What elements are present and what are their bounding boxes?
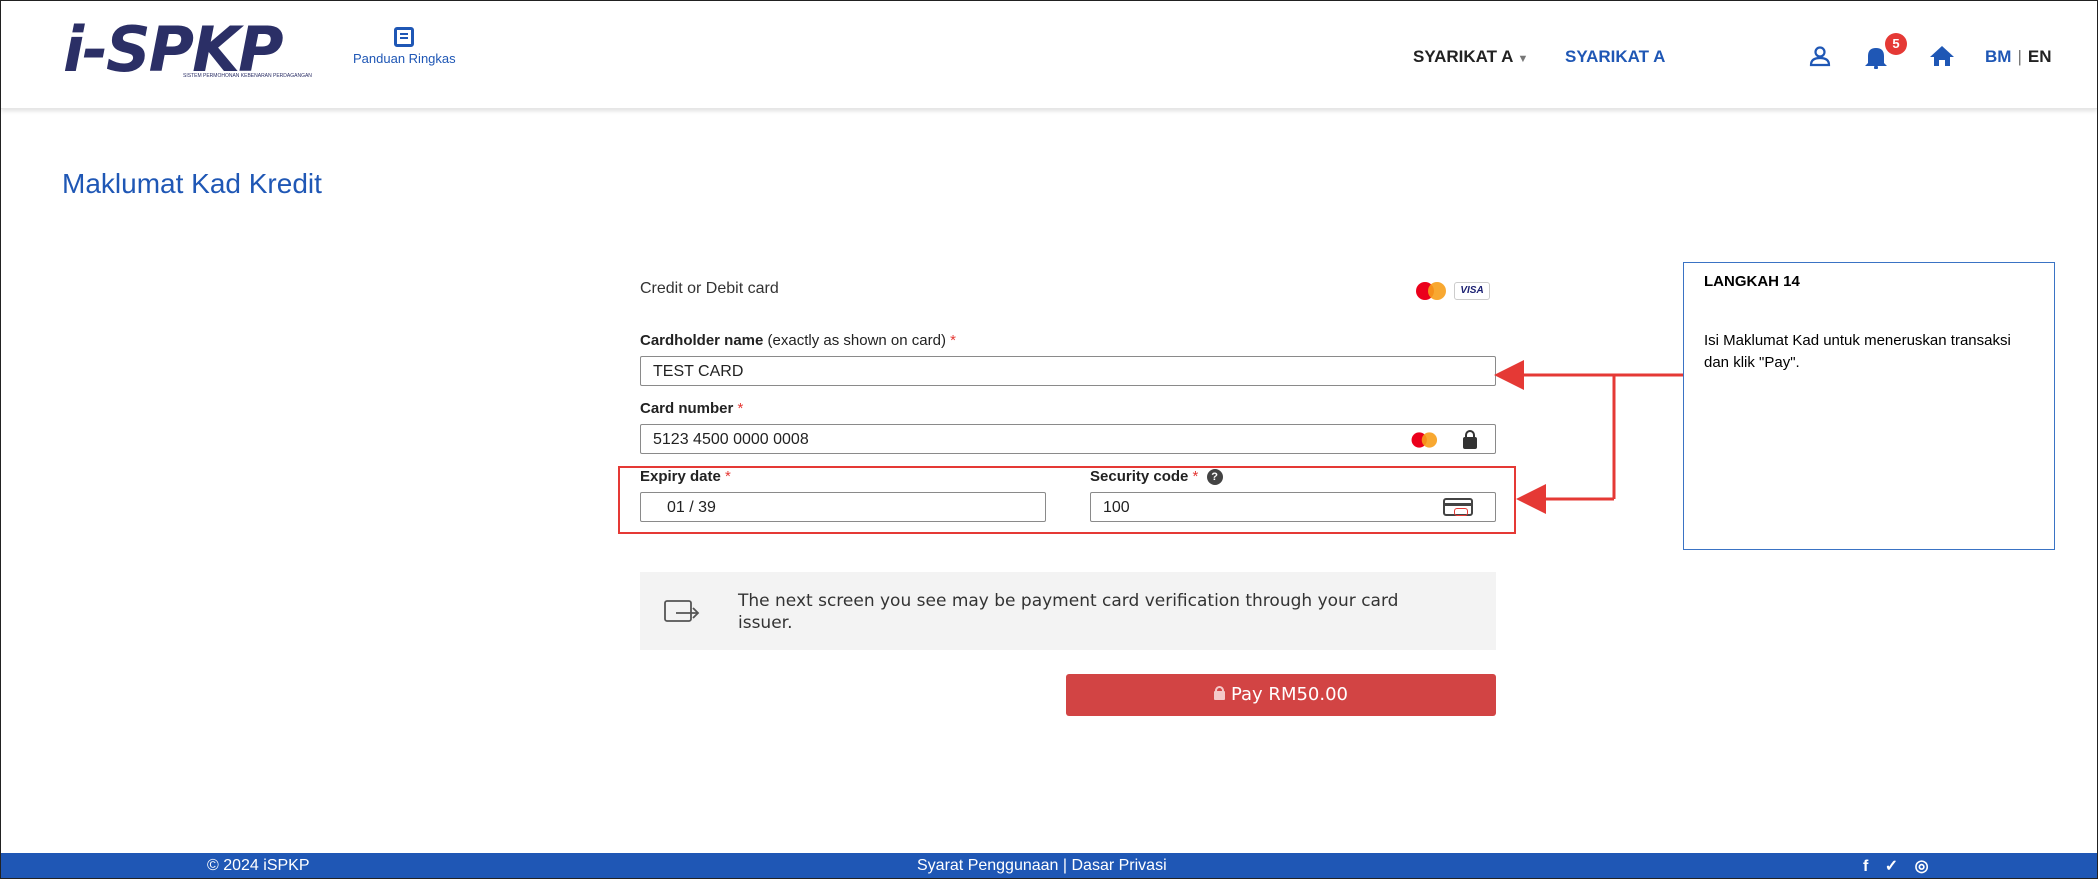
top-navbar: i-SPKP SISTEM PERMOHONAN KEBENARAN PERDA… — [1, 1, 2097, 109]
user-profile-icon[interactable] — [1809, 45, 1831, 67]
visa-logo-icon: VISA — [1454, 282, 1490, 300]
accepted-cards: VISA — [1416, 282, 1490, 300]
card-number-input[interactable]: 5123 4500 0000 0008 — [640, 424, 1496, 454]
quick-guide-link[interactable]: Panduan Ringkas — [353, 27, 456, 66]
company-dropdown[interactable]: SYARIKAT A ▼ — [1413, 47, 1528, 67]
quick-guide-label: Panduan Ringkas — [353, 51, 456, 66]
pay-button-label: Pay RM50.00 — [1230, 684, 1349, 705]
card-type-title: Credit or Debit card — [640, 280, 779, 297]
footer-copyright: © 2024 iSPKP — [207, 857, 310, 874]
ispkp-logo[interactable]: i-SPKP SISTEM PERMOHONAN KEBENARAN PERDA… — [63, 13, 343, 87]
guide-book-icon — [394, 27, 415, 47]
notification-count-badge: 5 — [1885, 33, 1907, 55]
chevron-down-icon: ▼ — [1517, 53, 1529, 65]
instruction-callout: LANGKAH 14 Isi Maklumat Kad untuk meneru… — [1683, 262, 2055, 550]
cardholder-name-hint: (exactly as shown on card) — [767, 332, 946, 349]
cardholder-name-title: Cardholder name — [640, 332, 764, 349]
logo-subtitle: SISTEM PERMOHONAN KEBENARAN PERDAGANGAN — [183, 73, 312, 79]
language-switcher: BM | EN — [1985, 47, 2052, 67]
lang-en-link[interactable]: EN — [2028, 47, 2052, 66]
footer: © 2024 iSPKP Syarat Penggunaan | Dasar P… — [1, 853, 2097, 878]
required-asterisk: * — [737, 400, 744, 417]
card-number-label: Card number * — [640, 400, 743, 417]
required-asterisk: * — [950, 332, 956, 349]
lang-separator: | — [2017, 47, 2022, 66]
home-icon[interactable] — [1929, 45, 1955, 67]
mastercard-brand-icon — [1411, 432, 1441, 448]
mastercard-logo-icon — [1416, 282, 1450, 300]
social-media-icons[interactable]: f ✓ ◎ — [1863, 856, 1935, 876]
cardholder-name-label: Cardholder name (exactly as shown on car… — [640, 332, 956, 349]
cardholder-name-input[interactable]: TEST CARD — [640, 356, 1496, 386]
page-title: Maklumat Kad Kredit — [62, 168, 322, 199]
annotation-highlight-box — [618, 466, 1516, 534]
pay-button[interactable]: Pay RM50.00 — [1066, 674, 1496, 716]
instruction-step-title: LANGKAH 14 — [1704, 273, 1800, 290]
footer-links[interactable]: Syarat Penggunaan | Dasar Privasi — [917, 857, 1167, 875]
verification-notice: The next screen you see may be payment c… — [640, 572, 1496, 650]
verification-notice-text: The next screen you see may be payment c… — [738, 591, 1399, 633]
company-dropdown-label: SYARIKAT A — [1413, 47, 1514, 66]
instruction-step-text: Isi Maklumat Kad untuk meneruskan transa… — [1704, 332, 2011, 371]
card-number-title: Card number — [640, 400, 734, 417]
active-company-name: SYARIKAT A — [1565, 47, 1666, 66]
pay-lock-icon — [1213, 685, 1225, 700]
card-number-value: 5123 4500 0000 0008 — [653, 431, 809, 448]
card-redirect-icon — [664, 600, 700, 622]
lock-icon — [1463, 430, 1477, 449]
lang-bm-link[interactable]: BM — [1985, 47, 2011, 66]
